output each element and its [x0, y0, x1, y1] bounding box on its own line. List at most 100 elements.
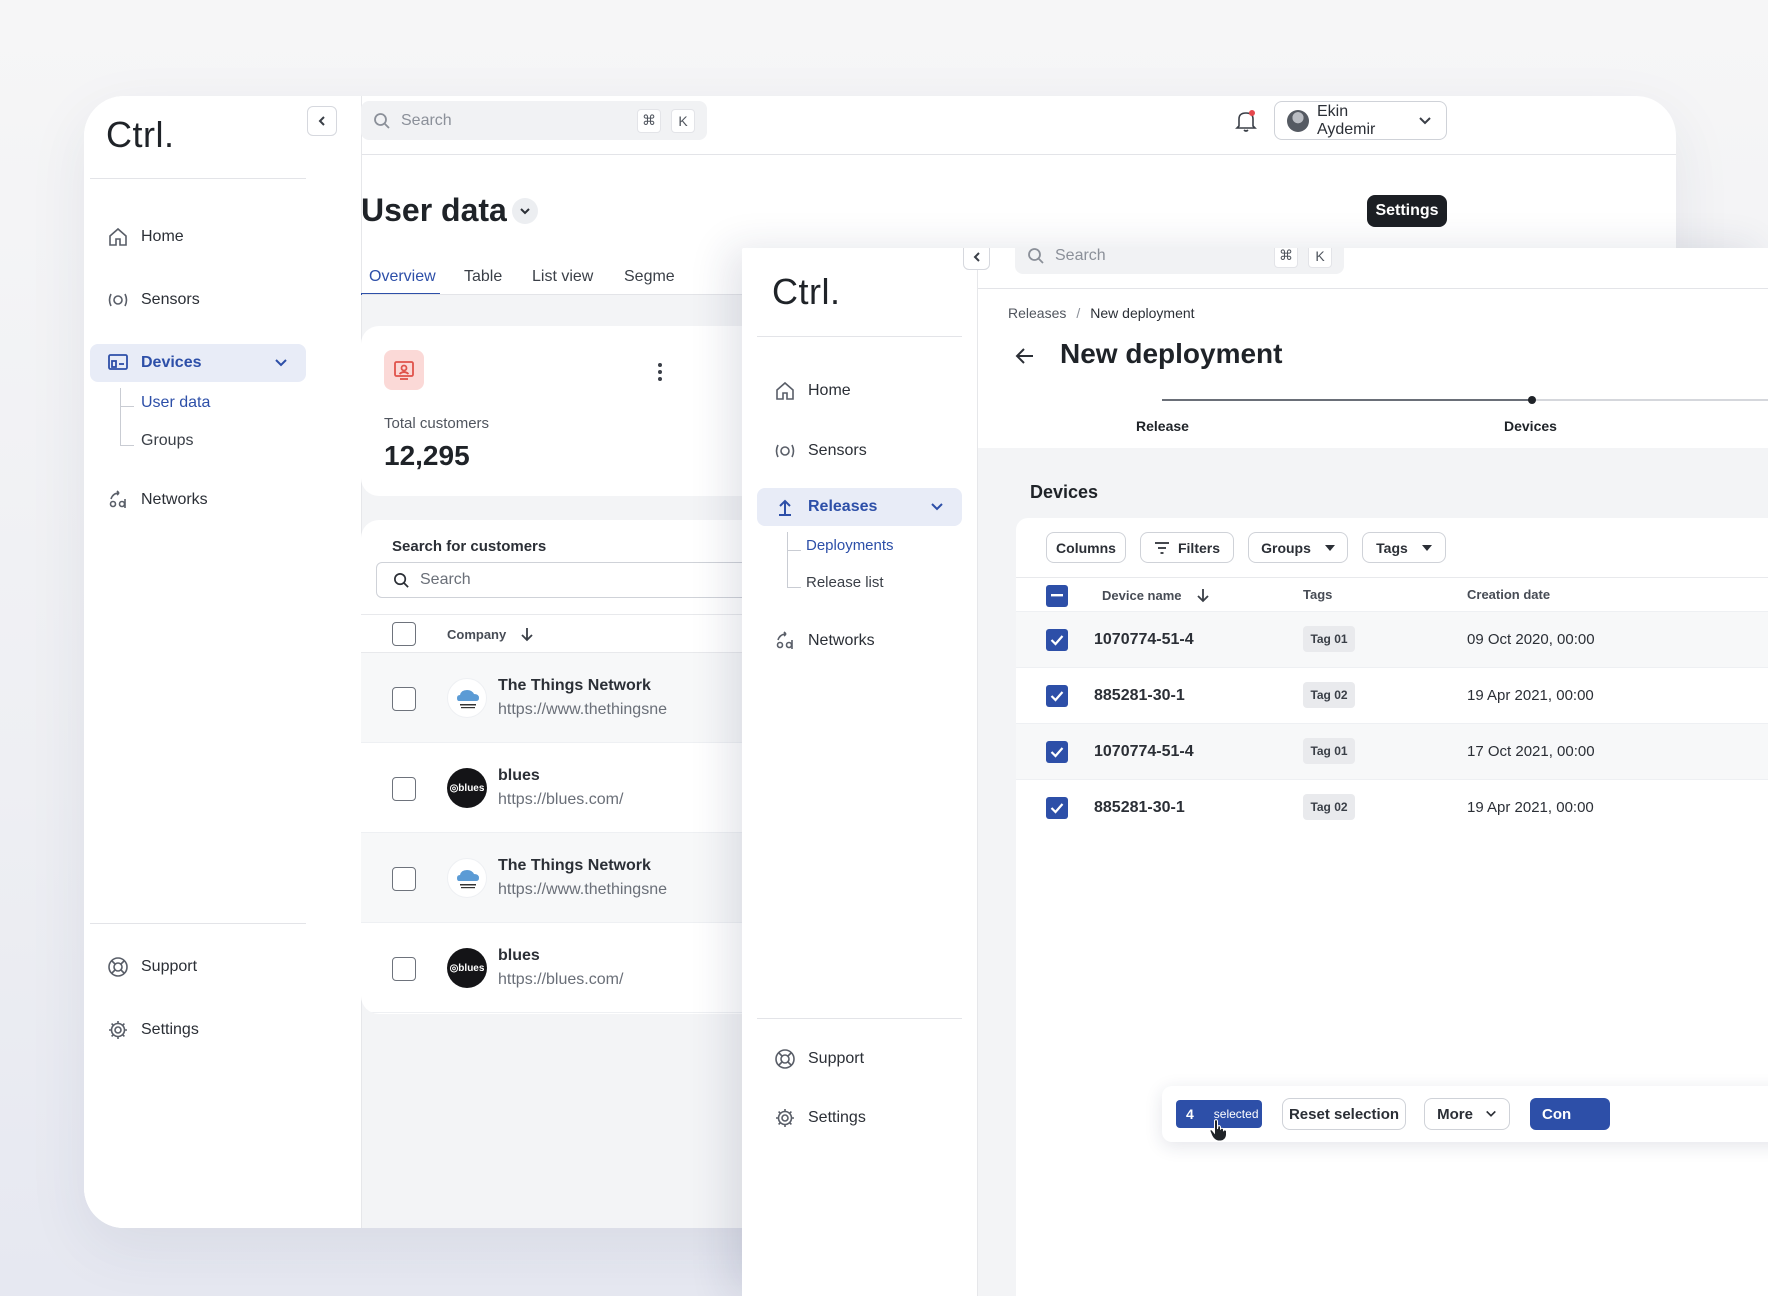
row-checkbox[interactable] [1046, 741, 1068, 763]
table-row[interactable]: 885281-30-1 Tag 02 19 Apr 2021, 00:00 [1016, 667, 1768, 723]
collapse-sidebar-button[interactable] [963, 248, 990, 270]
row-checkbox[interactable] [1046, 629, 1068, 651]
app-logo: Ctrl. [106, 114, 175, 155]
table-row[interactable]: The Things Network https://www.thethingsn… [361, 833, 761, 923]
command-key-icon: ⌘ [637, 108, 661, 133]
blues-logo: ◎blues [447, 948, 487, 988]
table-row[interactable]: ◎blues blues https://blues.com/ [361, 923, 761, 1013]
app-logo: Ctrl. [772, 271, 841, 312]
company-info: The Things Network https://www.thethingsn… [498, 857, 667, 899]
columns-button[interactable]: Columns [1046, 532, 1126, 563]
sidebar-subitem-groups[interactable]: Groups [141, 432, 193, 450]
tab-overview[interactable]: Overview [369, 268, 436, 286]
lifebuoy-icon [774, 1048, 796, 1070]
sidebar-item-label: Settings [141, 1021, 199, 1038]
select-all-checkbox[interactable] [1046, 585, 1068, 607]
sidebar-item-home[interactable]: Home [774, 380, 851, 402]
sidebar-item-label: Support [141, 958, 198, 975]
search-input[interactable]: Search ⌘ K [361, 101, 707, 140]
collapse-sidebar-button[interactable] [307, 106, 337, 136]
column-header-creation-date[interactable]: Creation date [1467, 587, 1550, 602]
tree-line [120, 388, 121, 446]
minus-icon [1051, 594, 1063, 597]
step-devices[interactable]: Devices [1504, 418, 1557, 434]
sidebar-subitem-deployments[interactable]: Deployments [806, 537, 894, 554]
ttn-logo [447, 678, 487, 718]
sidebar-item-support[interactable]: Support [774, 1048, 864, 1070]
lifebuoy-icon [107, 956, 129, 978]
column-header-tags[interactable]: Tags [1303, 587, 1332, 602]
back-arrow-icon[interactable] [1015, 347, 1035, 365]
user-menu-button[interactable]: Ekin Aydemir [1274, 101, 1447, 140]
sidebar-item-home[interactable]: Home [107, 226, 184, 248]
table-row[interactable]: ◎blues blues https://blues.com/ [361, 743, 761, 833]
company-url[interactable]: https://blues.com/ [498, 971, 623, 989]
sidebar-item-label: Home [808, 382, 851, 399]
step-current-dot [1528, 396, 1536, 404]
breadcrumb-releases[interactable]: Releases [1008, 305, 1066, 321]
row-checkbox[interactable] [392, 957, 416, 981]
sidebar-item-networks[interactable]: Networks [107, 489, 208, 511]
sidebar-item-devices[interactable]: Devices [90, 344, 306, 382]
tags-dropdown[interactable]: Tags [1362, 532, 1446, 563]
gear-icon [107, 1019, 129, 1041]
select-all-checkbox[interactable] [392, 622, 416, 646]
search-input[interactable]: Search ⌘ K [1015, 248, 1344, 274]
breadcrumb-current: New deployment [1090, 305, 1195, 321]
column-header-company[interactable]: Company [447, 626, 534, 642]
more-options-icon[interactable] [657, 362, 663, 382]
row-checkbox[interactable] [392, 867, 416, 891]
tab-segments[interactable]: Segme [624, 268, 675, 286]
sidebar-item-networks[interactable]: Networks [774, 630, 875, 652]
tab-list-view[interactable]: List view [532, 268, 593, 286]
reset-selection-button[interactable]: Reset selection [1282, 1098, 1406, 1130]
column-header-device-name[interactable]: Device name [1102, 587, 1210, 603]
check-icon [1050, 803, 1064, 814]
chevron-down-icon [520, 208, 530, 215]
divider [757, 1018, 962, 1019]
notification-bell-icon[interactable] [1235, 109, 1257, 133]
sidebar-item-settings[interactable]: Settings [774, 1107, 866, 1129]
stepper-progress [1162, 399, 1532, 401]
groups-dropdown[interactable]: Groups [1248, 532, 1348, 563]
more-dropdown[interactable]: More [1424, 1098, 1510, 1130]
confirm-button[interactable]: Con [1530, 1098, 1610, 1130]
table-row[interactable]: 1070774-51-4 Tag 01 17 Oct 2021, 00:00 [1016, 723, 1768, 779]
tree-line [787, 532, 788, 588]
device-name: 1070774-51-4 [1094, 631, 1194, 648]
command-key-icon: ⌘ [1274, 248, 1298, 268]
networks-icon [107, 489, 129, 511]
selection-bar: 4 selected Reset selection More Con [1162, 1086, 1768, 1142]
row-checkbox[interactable] [392, 777, 416, 801]
sidebar-item-label: Releases [808, 498, 878, 515]
sidebar-item-label: Networks [141, 491, 208, 508]
settings-button[interactable]: Settings [1367, 195, 1447, 227]
sidebar-item-sensors[interactable]: Sensors [107, 289, 200, 311]
device-name: 885281-30-1 [1094, 799, 1185, 816]
customers-search-input[interactable]: Search [376, 562, 761, 598]
filters-button[interactable]: Filters [1140, 532, 1234, 563]
sidebar-item-settings[interactable]: Settings [107, 1019, 199, 1041]
sidebar-item-releases[interactable]: Releases [757, 488, 962, 526]
creation-date: 19 Apr 2021, 00:00 [1467, 799, 1594, 816]
company-url[interactable]: https://blues.com/ [498, 791, 623, 809]
blues-logo: ◎blues [447, 768, 487, 808]
sidebar-subitem-user-data[interactable]: User data [141, 394, 210, 412]
sidebar-item-label: Support [808, 1050, 865, 1067]
table-row[interactable]: The Things Network https://www.thethingsn… [361, 653, 761, 743]
company-url[interactable]: https://www.thethingsne [498, 881, 667, 899]
row-checkbox[interactable] [1046, 685, 1068, 707]
step-release[interactable]: Release [1136, 418, 1189, 434]
row-checkbox[interactable] [392, 687, 416, 711]
row-checkbox[interactable] [1046, 797, 1068, 819]
tab-table[interactable]: Table [464, 268, 502, 286]
sidebar-subitem-release-list[interactable]: Release list [806, 574, 884, 591]
sidebar-item-sensors[interactable]: Sensors [774, 440, 867, 462]
sensor-icon [107, 289, 129, 311]
page-title: New deployment [1060, 338, 1283, 369]
company-url[interactable]: https://www.thethingsne [498, 701, 667, 719]
title-dropdown-button[interactable] [512, 198, 538, 224]
sidebar-item-support[interactable]: Support [107, 956, 197, 978]
table-row[interactable]: 885281-30-1 Tag 02 19 Apr 2021, 00:00 [1016, 779, 1768, 835]
table-row[interactable]: 1070774-51-4 Tag 01 09 Oct 2020, 00:00 [1016, 611, 1768, 667]
